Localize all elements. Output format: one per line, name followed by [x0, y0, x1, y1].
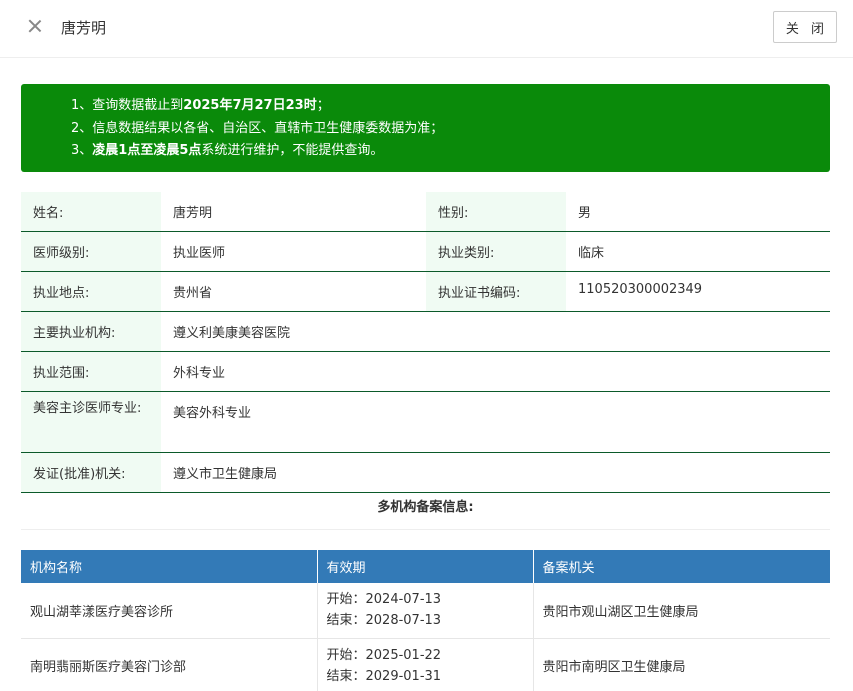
doctor-info-table: 姓名: 唐芳明 性别: 男 医师级别: 执业医师 执业类别: 临床 执业地点: …: [21, 192, 830, 493]
scope-value: 外科专业: [161, 351, 830, 392]
start-date: 开始：2024-07-13: [326, 592, 442, 608]
registration-table: 机构名称 有效期 备案机关 观山湖莘漾医疗美容诊所 开始：2024-07-13 …: [21, 550, 830, 691]
column-header: 有效期: [317, 550, 534, 583]
category-label: 执业类别:: [426, 231, 566, 272]
column-header: 机构名称: [21, 550, 318, 583]
column-header: 备案机关: [533, 550, 830, 583]
notice-banner: 1、查询数据截止到2025年7月27日23时； 2、信息数据结果以各省、自治区、…: [21, 84, 830, 172]
name-label: 姓名:: [21, 192, 161, 232]
cosmetic-value: 美容外科专业: [161, 391, 830, 453]
level-label: 医师级别:: [21, 231, 161, 272]
location-label: 执业地点:: [21, 271, 161, 312]
notice-line-3: 3、凌晨1点至凌晨5点系统进行维护，不能提供查询。: [71, 143, 384, 158]
institution-name: 观山湖莘漾医疗美容诊所: [21, 583, 318, 639]
notice-line-2: 2、信息数据结果以各省、自治区、直辖市卫生健康委数据为准；: [71, 120, 444, 136]
dialog-header: 唐芳明 关 闭: [0, 0, 853, 58]
table-row: 观山湖莘漾医疗美容诊所 开始：2024-07-13 结束：2028-07-13 …: [21, 583, 830, 639]
institution-name: 南明翡丽斯医疗美容门诊部: [21, 638, 318, 691]
cert-value: 110520300002349: [566, 271, 830, 312]
cert-label: 执业证书编码:: [426, 271, 566, 312]
multi-institution-title: 多机构备案信息:: [21, 487, 830, 530]
cosmetic-label: 美容主诊医师专业:: [21, 391, 161, 453]
category-value: 临床: [566, 231, 830, 272]
registration-authority: 贵阳市观山湖区卫生健康局: [533, 583, 830, 639]
start-date: 开始：2025-01-22: [326, 647, 442, 663]
validity-period: 开始：2025-01-22 结束：2029-01-31: [317, 638, 534, 691]
level-value: 执业医师: [161, 231, 426, 272]
institution-value: 遵义利美康美容医院: [161, 311, 830, 352]
gender-value: 男: [566, 192, 830, 232]
close-button[interactable]: 关 闭: [773, 11, 837, 43]
end-date: 结束：2029-01-31: [326, 668, 442, 684]
scope-label: 执业范围:: [21, 351, 161, 392]
gender-label: 性别:: [426, 192, 566, 232]
institution-label: 主要执业机构:: [21, 311, 161, 352]
notice-line-1: 1、查询数据截止到2025年7月27日23时；: [71, 98, 330, 113]
registration-authority: 贵阳市南明区卫生健康局: [533, 638, 830, 691]
location-value: 贵州省: [161, 271, 426, 312]
dialog-title: 唐芳明: [61, 19, 107, 37]
end-date: 结束：2028-07-13: [326, 613, 442, 629]
name-value: 唐芳明: [161, 192, 426, 232]
table-row: 南明翡丽斯医疗美容门诊部 开始：2025-01-22 结束：2029-01-31…: [21, 638, 830, 691]
validity-period: 开始：2024-07-13 结束：2028-07-13: [317, 583, 534, 639]
close-icon[interactable]: [26, 17, 44, 35]
